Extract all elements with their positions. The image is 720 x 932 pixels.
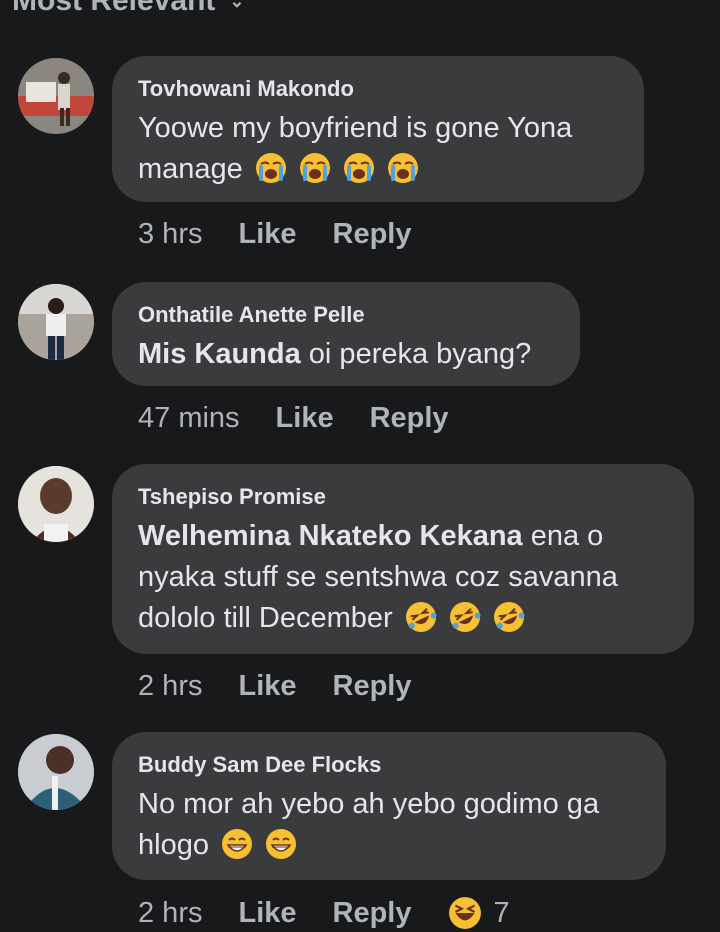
crying-emoji-icon [255, 153, 286, 183]
comment-timestamp[interactable]: 2 hrs [138, 670, 202, 703]
grinning-emoji-icon [266, 829, 297, 859]
comment-actions: 3 hrs Like Reply [138, 218, 448, 251]
comment-text: Mis Kaunda oi pereka byang? [138, 334, 554, 375]
comment-actions: 47 mins Like Reply [138, 402, 485, 435]
comment-timestamp[interactable]: 2 hrs [138, 897, 202, 930]
comment-author[interactable]: Tshepiso Promise [138, 484, 668, 510]
emoji-group [209, 829, 297, 861]
avatar[interactable] [18, 284, 94, 360]
rofl-emoji-icon [493, 602, 525, 632]
comment-body: oi pereka byang? [300, 338, 532, 370]
comment-bubble: Buddy Sam Dee Flocks No mor ah yebo ah y… [112, 732, 666, 880]
comment-body: No mor ah yebo ah yebo godimo ga hlogo [138, 788, 600, 861]
crying-emoji-icon [388, 153, 419, 183]
reply-button[interactable]: Reply [333, 670, 412, 703]
comment-bubble: Onthatile Anette Pelle Mis Kaunda oi per… [112, 282, 580, 386]
comment-timestamp[interactable]: 3 hrs [138, 218, 202, 251]
rofl-emoji-icon [449, 602, 481, 632]
comment-author[interactable]: Tovhowani Makondo [138, 76, 618, 102]
mention-link[interactable]: Mis Kaunda [138, 338, 301, 370]
reaction-count: 7 [493, 896, 510, 929]
reply-button[interactable]: Reply [333, 218, 412, 251]
comment-text: Yoowe my boyfriend is gone Yona manage [138, 108, 618, 190]
emoji-group [401, 602, 525, 634]
comment-author[interactable]: Buddy Sam Dee Flocks [138, 752, 640, 778]
avatar[interactable] [18, 466, 94, 542]
rofl-emoji-icon [405, 602, 437, 632]
avatar[interactable] [18, 58, 94, 134]
sort-dropdown[interactable]: Most Relevant ⌄ [12, 0, 245, 17]
sort-label: Most Relevant [12, 0, 216, 17]
crying-emoji-icon [344, 153, 374, 183]
comment-text: No mor ah yebo ah yebo godimo ga hlogo [138, 784, 640, 866]
comment-actions: 2 hrs Like Reply [138, 670, 448, 703]
comment-bubble: Tovhowani Makondo Yoowe my boyfriend is … [112, 56, 644, 202]
comment-text: Welhemina Nkateko Kekana ena o nyaka stu… [138, 516, 668, 639]
avatar[interactable] [18, 734, 94, 810]
chevron-down-icon: ⌄ [229, 0, 245, 11]
crying-emoji-icon [299, 153, 330, 183]
comment-actions: 2 hrs Like Reply 7 [138, 896, 510, 930]
like-button[interactable]: Like [238, 218, 296, 251]
mention-link[interactable]: Welhemina Nkateko Kekana [138, 520, 523, 552]
like-button[interactable]: Like [276, 402, 334, 435]
reply-button[interactable]: Reply [370, 402, 449, 435]
like-button[interactable]: Like [238, 897, 296, 930]
emoji-group [243, 153, 419, 185]
like-button[interactable]: Like [238, 670, 296, 703]
reaction-summary[interactable]: 7 [448, 896, 510, 930]
comment-author[interactable]: Onthatile Anette Pelle [138, 302, 554, 328]
comment-bubble: Tshepiso Promise Welhemina Nkateko Kekan… [112, 464, 694, 654]
haha-reaction-icon [448, 897, 481, 929]
reply-button[interactable]: Reply [333, 897, 412, 930]
grinning-emoji-icon [222, 829, 253, 859]
comment-timestamp[interactable]: 47 mins [138, 402, 240, 435]
